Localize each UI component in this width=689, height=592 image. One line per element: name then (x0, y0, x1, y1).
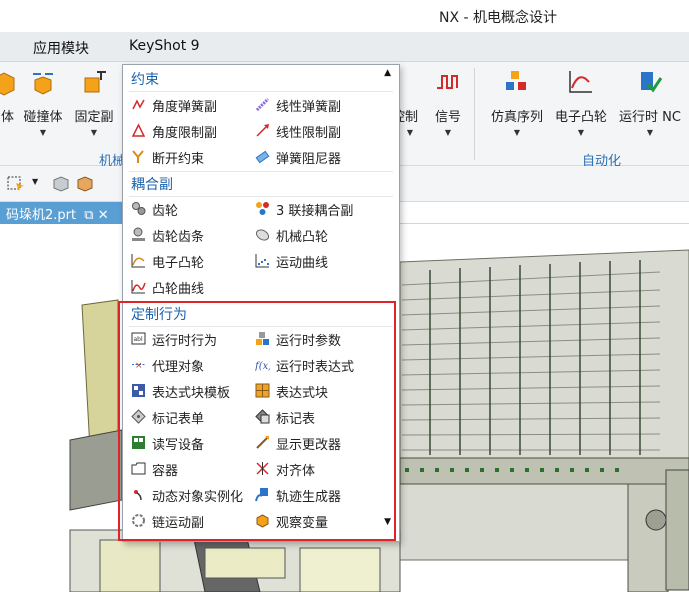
select-filter-icon[interactable] (6, 174, 26, 192)
menu-item-angular-spring-joint[interactable]: 角度弹簧副 (131, 93, 257, 117)
menu-keyshot[interactable]: KeyShot 9 (129, 38, 200, 54)
menu-item-label: 机械凸轮 (276, 230, 329, 245)
simulation-sequence-label: 仿真序列 (490, 110, 543, 125)
electronic-cam-icon (569, 71, 592, 93)
cam-profile-icon (131, 280, 146, 294)
fixed-joint-label: 固定副 (74, 110, 114, 125)
mechanical-cam-icon (255, 229, 270, 241)
menu-item-label: 角度弹簧副 (152, 100, 218, 115)
electronic-cam-icon (131, 254, 145, 268)
menu-item-label: 断开约束 (152, 152, 205, 167)
linear-limit-joint-icon (256, 124, 269, 137)
menu-bar: 应用模块 KeyShot 9 (0, 32, 689, 62)
runtime-nc-label: 运行时 NC (619, 110, 681, 125)
menu-item-label: 3 联接耦合副 (276, 204, 354, 219)
body-button[interactable]: 体 (0, 62, 15, 150)
fixed-joint-button[interactable]: 固定副 ▼ (70, 62, 118, 150)
chevron-down-icon[interactable]: ▼ (514, 128, 520, 137)
scroll-up-arrow-icon[interactable]: ▲ (384, 68, 391, 78)
angular-limit-joint-icon (131, 123, 146, 137)
menu-item-label: 运动曲线 (276, 256, 329, 271)
menu-item-linear-spring-joint[interactable]: 线性弹簧副 (255, 93, 381, 117)
simulation-sequence-button[interactable]: 仿真序列 ▼ (484, 62, 550, 150)
section-divider (129, 91, 393, 92)
breaking-constraint-icon (132, 150, 144, 163)
collision-body-button[interactable]: 碰撞体 ▼ (14, 62, 72, 150)
menu-item-gear[interactable]: 齿轮 (131, 197, 257, 221)
menu-item-electronic-cam[interactable]: 电子凸轮 (131, 249, 257, 273)
menu-item-cam-profile[interactable]: 凸轮曲线 (131, 275, 257, 299)
gear-icon (132, 202, 146, 215)
menu-item-angular-limit-joint[interactable]: 角度限制副 (131, 119, 257, 143)
chevron-down-icon[interactable]: ▼ (445, 128, 451, 137)
popout-icon[interactable]: ⧉ (84, 208, 93, 223)
shaded-cube-icon[interactable] (76, 174, 94, 192)
spring-damper-icon (255, 150, 270, 164)
body-label: 体 (0, 110, 14, 125)
collision-body-icon (33, 73, 53, 95)
menu-item-label: 电子凸轮 (152, 256, 205, 271)
signal-button[interactable]: 信号 ▼ (428, 62, 468, 150)
section-header-constraints: 约束 (131, 72, 159, 88)
chevron-down-icon[interactable]: ▼ (32, 177, 38, 186)
chevron-down-icon[interactable]: ▼ (578, 128, 584, 137)
menu-item-label: 线性弹簧副 (276, 100, 342, 115)
view-cube-icon[interactable] (52, 174, 70, 192)
signal-label: 信号 (434, 110, 461, 125)
menu-item-rack-pinion[interactable]: 齿轮齿条 (131, 223, 257, 247)
chevron-down-icon[interactable]: ▼ (647, 128, 653, 137)
highlight-box (118, 301, 396, 541)
linear-spring-joint-icon (255, 97, 270, 112)
section-divider (129, 171, 393, 172)
electronic-cam-label: 电子凸轮 (554, 110, 607, 125)
window-title: NX - 机电概念设计 (439, 10, 558, 26)
file-tab[interactable]: 码垛机2.prt ⧉ ✕ (0, 202, 126, 224)
collision-body-label: 碰撞体 (23, 110, 63, 125)
menu-item-label: 齿轮 (152, 204, 179, 219)
menu-item-spring-damper[interactable]: 弹簧阻尼器 (255, 145, 381, 169)
simulation-sequence-icon (506, 71, 526, 90)
menu-item-motion-profile[interactable]: 运动曲线 (255, 249, 381, 273)
chevron-down-icon[interactable]: ▼ (40, 128, 46, 137)
close-icon[interactable]: ✕ (98, 208, 109, 223)
menu-item-three-joint-coupler[interactable]: 3 联接耦合副 (255, 197, 381, 221)
rack-pinion-icon (132, 227, 145, 241)
section-header-couplers: 耦合副 (131, 177, 173, 193)
file-tab-label: 码垛机2.prt (6, 208, 77, 223)
chevron-down-icon[interactable]: ▼ (407, 128, 413, 137)
menu-item-label: 弹簧阻尼器 (276, 152, 342, 167)
signal-icon (437, 75, 458, 89)
menu-applications[interactable]: 应用模块 (33, 38, 89, 58)
runtime-nc-icon (641, 72, 663, 93)
three-joint-coupler-icon (256, 202, 269, 215)
angular-spring-joint-icon (132, 99, 145, 110)
chevron-down-icon[interactable]: ▼ (91, 128, 97, 137)
menu-item-linear-limit-joint[interactable]: 线性限制副 (255, 119, 381, 143)
motion-profile-icon (255, 254, 269, 268)
menu-item-label: 凸轮曲线 (152, 282, 205, 297)
menu-item-label: 线性限制副 (276, 126, 342, 141)
menu-item-label: 角度限制副 (152, 126, 218, 141)
menu-item-breaking-constraint[interactable]: 断开约束 (131, 145, 257, 169)
menu-item-label: 齿轮齿条 (152, 230, 205, 245)
group-separator (474, 68, 475, 160)
runtime-nc-button[interactable]: 运行时 NC ▼ (614, 62, 686, 150)
fixed-joint-icon (84, 71, 106, 93)
menu-item-mechanical-cam[interactable]: 机械凸轮 (255, 223, 381, 247)
title-bar: NX - 机电概念设计 (0, 0, 689, 32)
electronic-cam-button[interactable]: 电子凸轮 ▼ (552, 62, 610, 150)
